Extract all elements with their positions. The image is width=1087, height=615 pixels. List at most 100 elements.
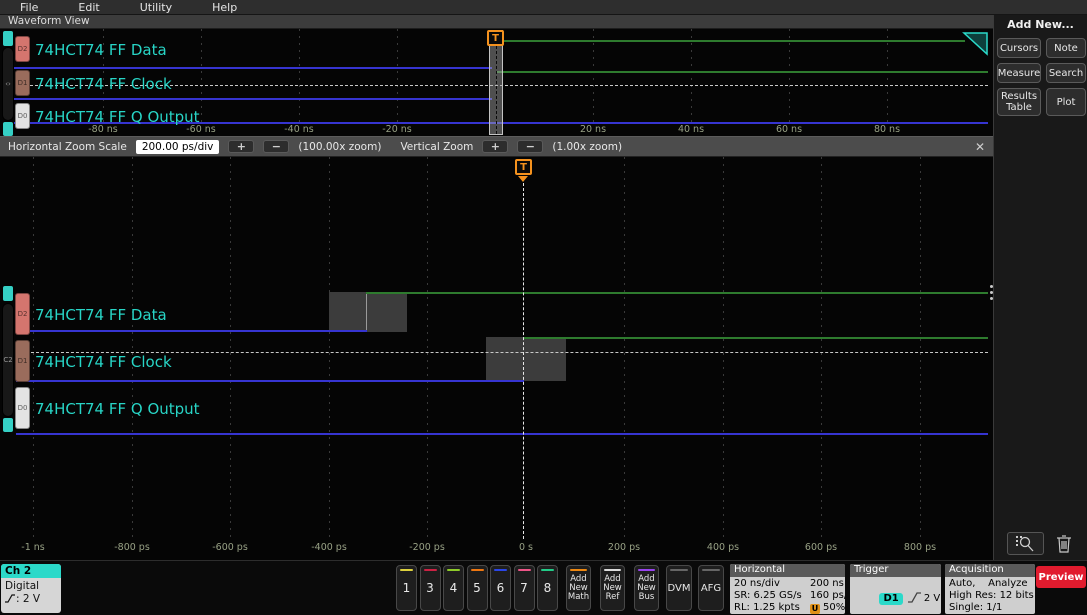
channel-2-badge[interactable]: Ch 2 Digital : 2 V bbox=[1, 564, 61, 613]
main-channel-label-d1[interactable]: 74HCT74 FF Clock bbox=[35, 353, 172, 371]
zoom-overlay-indicator-icon[interactable] bbox=[962, 32, 988, 56]
trigger-panel[interactable]: Trigger D1 2 V bbox=[850, 564, 941, 614]
horizontal-row: 20 ns/div 200 ns bbox=[734, 578, 845, 590]
main-group-handle-bottom[interactable] bbox=[3, 418, 13, 432]
channel-button-1[interactable]: 1 bbox=[396, 565, 417, 611]
zoom-waveform-plot[interactable]: -1 ns -800 ps -600 ps -400 ps -200 ps 0 s 200 … bbox=[0, 157, 993, 560]
add-new-search-button[interactable]: Search bbox=[1046, 63, 1086, 83]
horizontal-row: SR: 6.25 GS/s 160 ps/pt (IT bbox=[734, 590, 845, 602]
add-button-color-stripe bbox=[604, 569, 621, 571]
channel-button-3[interactable]: 3 bbox=[419, 565, 441, 611]
horizontal-zoom-plus-button[interactable]: + bbox=[228, 140, 255, 153]
main-axis-tick: 0 s bbox=[518, 542, 534, 553]
overview-channel-badge-d0[interactable]: D0 bbox=[15, 103, 30, 129]
main-gridline bbox=[427, 157, 428, 539]
channel-button-8[interactable]: 8 bbox=[537, 565, 558, 611]
overview-axis-tick: -40 ns bbox=[284, 124, 314, 135]
delay-u-icon: U bbox=[810, 604, 820, 614]
zoom-mode-button[interactable] bbox=[1007, 532, 1044, 555]
main-axis-tick: 200 ps bbox=[607, 542, 641, 553]
trigger-marker-pointer bbox=[518, 176, 528, 182]
overview-channel-badge-d2[interactable]: D2 bbox=[15, 36, 30, 62]
d1-overview-low-trace bbox=[14, 98, 492, 100]
main-axis-tick: -600 ps bbox=[212, 542, 248, 553]
d1-main-high-trace bbox=[523, 337, 988, 339]
channel-color-stripe bbox=[447, 569, 460, 571]
overview-channel-label-d0[interactable]: 74HCT74 FF Q Output bbox=[35, 108, 200, 126]
add-new-cursors-button[interactable]: Cursors bbox=[997, 38, 1041, 58]
main-axis-tick: -200 ps bbox=[409, 542, 445, 553]
horizontal-zoom-scale-input[interactable]: 200.00 ps/div bbox=[135, 139, 220, 154]
tab-waveform-view[interactable]: Waveform View bbox=[0, 15, 993, 29]
main-group-handle-top[interactable] bbox=[3, 286, 13, 301]
overview-group-handle-bottom[interactable] bbox=[3, 122, 13, 136]
overview-group-handle-top[interactable] bbox=[3, 31, 13, 46]
main-gridline bbox=[821, 157, 822, 539]
d2-main-high-trace bbox=[366, 292, 988, 294]
trigger-position-marker-main[interactable]: T bbox=[515, 159, 532, 175]
main-channel-badge-d0[interactable]: D0 bbox=[15, 387, 30, 429]
main-axis-tick: 400 ps bbox=[706, 542, 740, 553]
channel-2-title: Ch 2 bbox=[1, 564, 61, 578]
main-channel-badge-d1[interactable]: D1 bbox=[15, 340, 30, 382]
horizontal-row: RL: 1.25 kpts U 50% bbox=[734, 602, 845, 614]
overview-channel-label-d1[interactable]: 74HCT74 FF Clock bbox=[35, 75, 172, 93]
overview-channel-label-d2[interactable]: 74HCT74 FF Data bbox=[35, 41, 167, 59]
add-new-math-button[interactable]: Add New Math bbox=[566, 565, 591, 611]
trash-icon[interactable] bbox=[1054, 532, 1074, 555]
d2-overview-low-trace bbox=[14, 67, 492, 69]
horizontal-zoom-minus-button[interactable]: − bbox=[263, 140, 290, 153]
horizontal-value: U 50% bbox=[810, 602, 845, 614]
trigger-dashed-line-main bbox=[523, 183, 524, 539]
menu-file[interactable]: File bbox=[20, 1, 38, 14]
add-new-title: Add New... bbox=[1007, 18, 1074, 31]
channel-button-7[interactable]: 7 bbox=[513, 565, 535, 611]
overview-plot[interactable]: -80 ns -60 ns -40 ns -20 ns 20 ns 40 ns 60 ns 8… bbox=[0, 29, 993, 136]
menu-help[interactable]: Help bbox=[212, 1, 237, 14]
panel-splitter-handle[interactable] bbox=[990, 285, 993, 288]
zoom-toolbar: Horizontal Zoom Scale 200.00 ps/div + − … bbox=[0, 136, 993, 157]
trigger-position-marker-overview[interactable]: T bbox=[487, 30, 504, 46]
horizontal-panel[interactable]: Horizontal 20 ns/div 200 ns SR: 6.25 GS/s 1… bbox=[730, 564, 845, 614]
channel-2-threshold: : 2 V bbox=[5, 593, 61, 606]
main-channel-badge-d2[interactable]: D2 bbox=[15, 293, 30, 335]
vertical-zoom-plus-button[interactable]: + bbox=[482, 140, 509, 153]
channel-button-4[interactable]: 4 bbox=[443, 565, 464, 611]
trigger-panel-title: Trigger bbox=[850, 564, 941, 577]
add-new-bus-button[interactable]: Add New Bus bbox=[634, 565, 659, 611]
channel-button-6[interactable]: 6 bbox=[490, 565, 511, 611]
main-channel-label-d2[interactable]: 74HCT74 FF Data bbox=[35, 306, 167, 324]
add-new-measure-button[interactable]: Measure bbox=[997, 63, 1041, 83]
menu-edit[interactable]: Edit bbox=[78, 1, 99, 14]
preview-button[interactable]: Preview bbox=[1036, 566, 1086, 588]
main-gridline bbox=[723, 157, 724, 539]
add-new-note-button[interactable]: Note bbox=[1046, 38, 1086, 58]
overview-gridline bbox=[691, 29, 692, 124]
channel-color-stripe bbox=[517, 569, 531, 571]
channel-button-5[interactable]: 5 bbox=[466, 565, 488, 611]
d0-main-low-trace bbox=[16, 433, 988, 435]
vertical-zoom-minus-button[interactable]: − bbox=[517, 140, 544, 153]
acquisition-panel[interactable]: Acquisition Auto, Analyze High Res: 12 bi… bbox=[945, 564, 1035, 614]
main-channel-label-d0[interactable]: 74HCT74 FF Q Output bbox=[35, 400, 200, 418]
overview-axis-tick: 40 ns bbox=[677, 124, 705, 135]
misc-button-stripe bbox=[670, 569, 688, 571]
vertical-zoom-label: Vertical Zoom bbox=[400, 140, 474, 153]
add-new-ref-button[interactable]: Add New Ref bbox=[600, 565, 625, 611]
overview-axis-tick: 20 ns bbox=[579, 124, 607, 135]
menu-utility[interactable]: Utility bbox=[140, 1, 172, 14]
add-button-color-stripe bbox=[638, 569, 655, 571]
d1-overview-high-trace bbox=[497, 71, 988, 73]
close-zoom-icon[interactable]: ✕ bbox=[975, 140, 985, 154]
add-new-plot-button[interactable]: Plot bbox=[1046, 88, 1086, 116]
d2-transition-edge bbox=[366, 292, 367, 332]
main-group-handle[interactable]: C2 bbox=[2, 303, 14, 417]
afg-button[interactable]: AFG bbox=[698, 565, 724, 611]
add-new-results-table-button[interactable]: Results Table bbox=[997, 88, 1041, 116]
dvm-button[interactable]: DVM bbox=[666, 565, 692, 611]
main-axis-tick: 600 ps bbox=[804, 542, 838, 553]
overview-channel-badge-d1[interactable]: D1 bbox=[15, 70, 30, 96]
trigger-source-badge: D1 bbox=[879, 593, 903, 605]
overview-gridline bbox=[789, 29, 790, 124]
overview-group-handle[interactable]: ‹› bbox=[2, 47, 14, 121]
